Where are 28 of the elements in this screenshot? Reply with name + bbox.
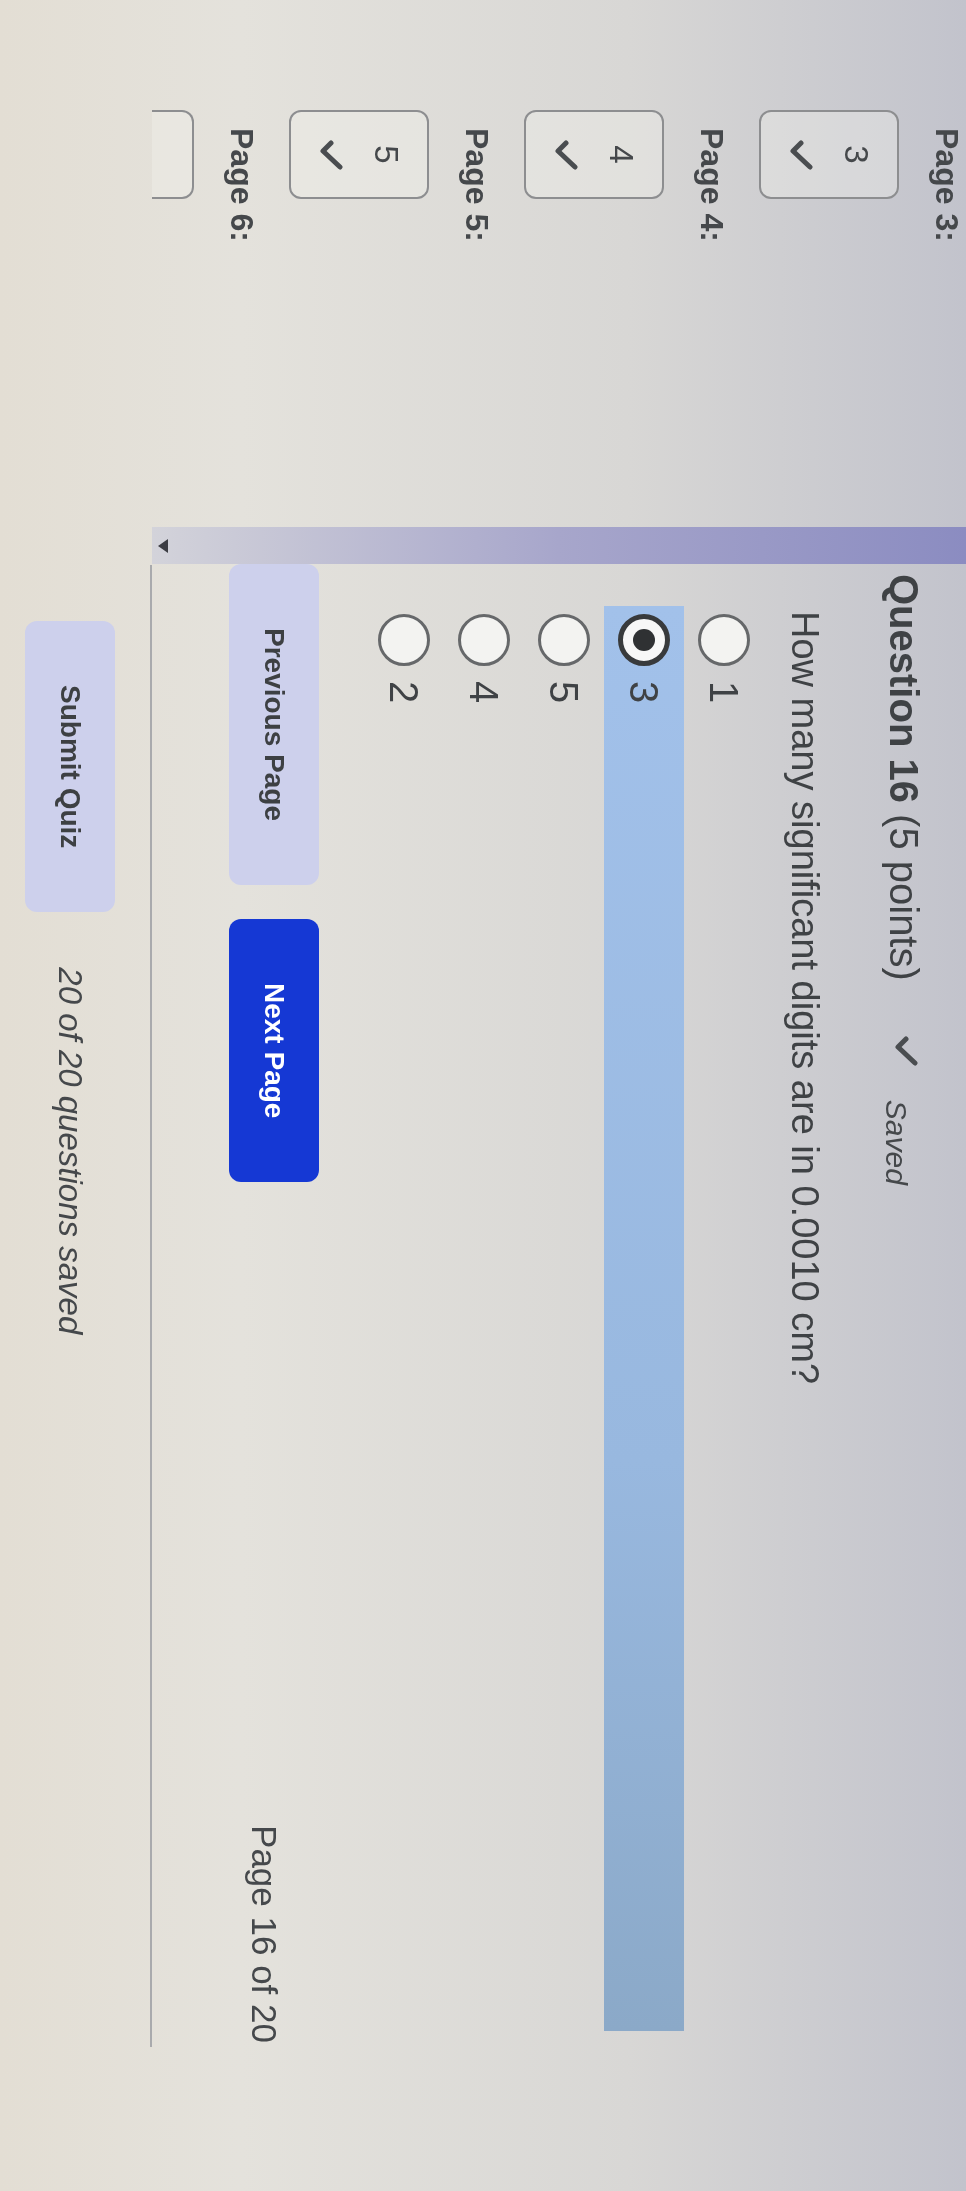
option-label: 1 xyxy=(701,681,747,704)
radio-button[interactable] xyxy=(618,614,670,666)
radio-button[interactable] xyxy=(698,614,750,666)
question-box[interactable] xyxy=(152,110,194,199)
question-box[interactable]: 3 xyxy=(759,110,899,199)
previous-page-button[interactable]: Previous Page xyxy=(229,564,319,885)
radio-button[interactable] xyxy=(538,614,590,666)
sidebar-scrollbar[interactable] xyxy=(152,527,966,564)
question-box[interactable]: 5 xyxy=(289,110,429,199)
question-title: Question 16 (5 points) xyxy=(881,574,927,981)
page-label: Page 6: xyxy=(223,128,261,244)
saved-count-text: 20 of 20 questions saved xyxy=(51,967,90,1335)
option-label: 4 xyxy=(461,681,507,704)
radio-button[interactable] xyxy=(458,614,510,666)
page-label: Page 3: xyxy=(928,128,966,244)
page-indicator: Page 16 of 20 xyxy=(244,1825,285,2043)
next-page-button[interactable]: Next Page xyxy=(229,919,319,1183)
question-box[interactable]: 4 xyxy=(524,110,664,199)
option-label: 3 xyxy=(621,681,667,704)
page-label: Page 5: xyxy=(458,128,496,244)
option-label: 2 xyxy=(381,681,427,704)
page-label: Page 4: xyxy=(693,128,731,244)
saved-status: Saved xyxy=(879,1099,914,1185)
question-text: How many significant digits are in 0.0010 cm? xyxy=(783,611,827,1387)
triangle-arrow-icon[interactable] xyxy=(158,538,168,553)
option-label: 5 xyxy=(541,681,587,704)
radio-button[interactable] xyxy=(378,614,430,666)
submit-quiz-button[interactable]: Submit Quiz xyxy=(25,621,115,913)
